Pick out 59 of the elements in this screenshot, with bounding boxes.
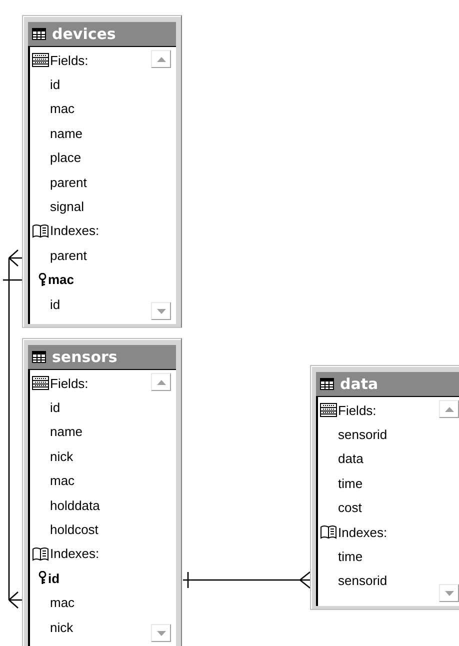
field-name[interactable]: id — [50, 77, 60, 92]
scroll-up-button[interactable] — [439, 400, 459, 418]
scroll-down-button[interactable] — [151, 302, 171, 320]
scroll-up-button[interactable] — [151, 50, 171, 68]
table-icon — [320, 378, 334, 390]
table-window[interactable]: data Fields: sensorid data time cost Indexes: time sensorid — [310, 365, 459, 610]
fields-icon — [320, 403, 337, 418]
section-label: Indexes: — [50, 546, 100, 562]
table-icon — [32, 28, 46, 40]
book-icon — [320, 525, 337, 540]
up-arrow-icon — [156, 56, 166, 62]
scroll-up-button[interactable] — [151, 373, 171, 391]
field-name[interactable]: cost — [338, 500, 362, 516]
field-name[interactable]: place — [50, 150, 82, 166]
field-name[interactable]: name — [50, 126, 83, 141]
index-name[interactable]: mac — [50, 595, 75, 610]
up-arrow-icon — [156, 380, 166, 384]
table-window[interactable]: devices Fields: id mac name place parent signal Indexes: parent mac id — [22, 15, 182, 328]
index-name[interactable]: time — [338, 549, 363, 564]
fields-icon — [32, 376, 49, 390]
up-arrow-icon — [444, 406, 454, 412]
table-icon — [32, 351, 46, 363]
index-name[interactable]: parent — [50, 248, 87, 263]
section-label: Fields: — [50, 376, 88, 391]
down-arrow-icon — [444, 590, 454, 596]
key-icon — [38, 571, 47, 586]
section-label: Fields: — [338, 402, 376, 418]
table-name: sensors — [52, 348, 118, 366]
down-arrow-icon — [156, 630, 166, 636]
index-name[interactable]: nick — [50, 620, 74, 635]
section-label: Indexes: — [338, 524, 388, 540]
index-name[interactable]: sensorid — [338, 573, 388, 588]
section-label: Indexes: — [50, 223, 100, 238]
table-name: data — [340, 375, 378, 393]
field-name[interactable]: mac — [50, 101, 75, 116]
key-icon — [38, 272, 47, 287]
scroll-down-button[interactable] — [439, 584, 459, 602]
scroll-down-button[interactable] — [151, 624, 171, 642]
field-name[interactable]: mac — [50, 473, 75, 488]
index-name[interactable]: mac — [48, 272, 74, 288]
book-icon — [32, 546, 49, 561]
field-name[interactable]: sensorid — [338, 427, 388, 442]
field-name[interactable]: holddata — [50, 498, 100, 513]
field-name[interactable]: nick — [50, 448, 74, 464]
field-name[interactable]: name — [50, 424, 83, 440]
fields-icon — [32, 53, 49, 68]
table-name: devices — [52, 25, 116, 43]
section-label: Fields: — [50, 52, 88, 68]
field-name[interactable]: id — [50, 400, 60, 416]
field-name[interactable]: signal — [50, 199, 84, 214]
index-name[interactable]: id — [50, 296, 60, 312]
field-name[interactable]: parent — [50, 174, 87, 190]
field-name[interactable]: holdcost — [50, 522, 98, 538]
field-name[interactable]: time — [338, 476, 363, 491]
table-window[interactable]: sensors Fields: id name nick mac holddata holdcost Indexes: id mac nick — [22, 338, 182, 646]
down-arrow-icon — [156, 308, 166, 314]
book-icon — [32, 224, 49, 238]
index-name[interactable]: id — [48, 570, 60, 586]
field-name[interactable]: data — [338, 451, 364, 466]
